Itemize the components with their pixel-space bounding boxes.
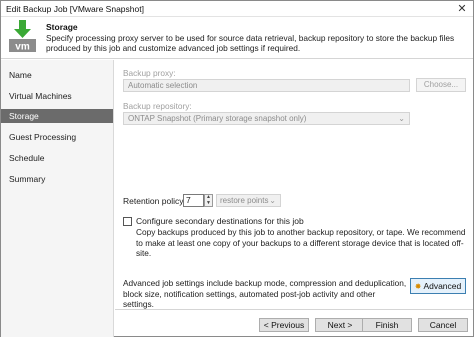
next-button[interactable]: Next > [315, 318, 365, 332]
wizard-steps-sidebar: Name Virtual Machines Storage Guest Proc… [1, 60, 114, 337]
sidebar-item-virtual-machines[interactable]: Virtual Machines [1, 89, 113, 103]
title-bar: Edit Backup Job [VMware Snapshot] ✕ [1, 1, 473, 17]
svg-text:vm: vm [15, 42, 30, 53]
secondary-destinations-description: Copy backups produced by this job to ano… [136, 227, 466, 258]
vm-backup-icon: vm [8, 20, 38, 54]
chevron-down-icon: ⌄ [269, 196, 276, 205]
chevron-down-icon: ⌄ [398, 114, 405, 123]
cancel-button[interactable]: Cancel [418, 318, 468, 332]
page-description: Specify processing proxy server to be us… [46, 33, 455, 53]
close-button[interactable]: ✕ [455, 3, 469, 15]
retention-unit-dropdown[interactable]: restore points ⌄ [216, 194, 281, 207]
sidebar-item-name[interactable]: Name [1, 68, 113, 82]
secondary-destinations-checkbox[interactable] [123, 217, 132, 226]
advanced-button[interactable]: ✸ Advanced [410, 278, 466, 294]
finish-button[interactable]: Finish [362, 318, 412, 332]
sidebar-item-storage[interactable]: Storage [1, 109, 113, 123]
page-title: Storage [46, 22, 78, 32]
wizard-footer: < Previous Next > Finish Cancel [115, 309, 473, 337]
secondary-destinations-label[interactable]: Configure secondary destinations for thi… [136, 216, 304, 226]
settings-icon: ✸ [414, 282, 422, 291]
advanced-settings-description: Advanced job settings include backup mod… [123, 278, 407, 309]
retention-unit-value: restore points [220, 196, 269, 205]
backup-proxy-field[interactable]: Automatic selection [123, 79, 410, 92]
sidebar-item-summary[interactable]: Summary [1, 172, 113, 186]
advanced-button-label: Advanced [423, 281, 462, 291]
spinner-down-icon[interactable]: ▼ [205, 200, 212, 207]
backup-proxy-label: Backup proxy: [123, 68, 176, 78]
backup-repository-value: ONTAP Snapshot (Primary storage snapshot… [128, 114, 307, 123]
retention-value-input[interactable]: 7 [183, 194, 204, 207]
backup-repository-dropdown[interactable]: ONTAP Snapshot (Primary storage snapshot… [123, 112, 410, 125]
window-title: Edit Backup Job [VMware Snapshot] [6, 4, 144, 14]
choose-proxy-button[interactable]: Choose... [416, 78, 466, 92]
storage-settings-panel: Backup proxy: Automatic selection Choose… [115, 60, 473, 309]
sidebar-item-schedule[interactable]: Schedule [1, 151, 113, 165]
backup-repository-label: Backup repository: [123, 101, 192, 111]
wizard-header: vm Storage Specify processing proxy serv… [1, 17, 473, 59]
retention-spinner[interactable]: ▲ ▼ [204, 194, 213, 207]
sidebar-item-guest-processing[interactable]: Guest Processing [1, 130, 113, 144]
previous-button[interactable]: < Previous [259, 318, 309, 332]
edit-backup-job-window: Edit Backup Job [VMware Snapshot] ✕ vm S… [0, 0, 474, 337]
retention-policy-label: Retention policy: [123, 196, 186, 206]
